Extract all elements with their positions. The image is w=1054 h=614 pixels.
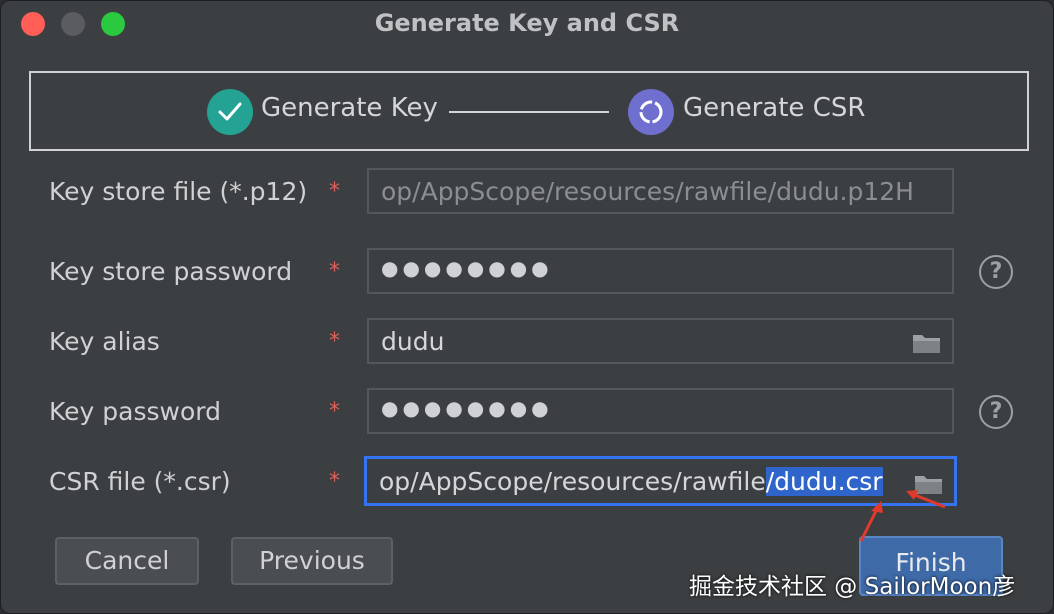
annotation-arrow [859, 508, 879, 542]
annotation-arrow [914, 493, 946, 509]
watermark: 掘金技术社区 @ SailorMoon彦 [689, 574, 1016, 600]
annotation-arrowhead [871, 501, 883, 513]
annotation-arrows [859, 490, 946, 542]
dialog-window: Generate Key and CSR Generate Key Genera… [0, 0, 1054, 614]
